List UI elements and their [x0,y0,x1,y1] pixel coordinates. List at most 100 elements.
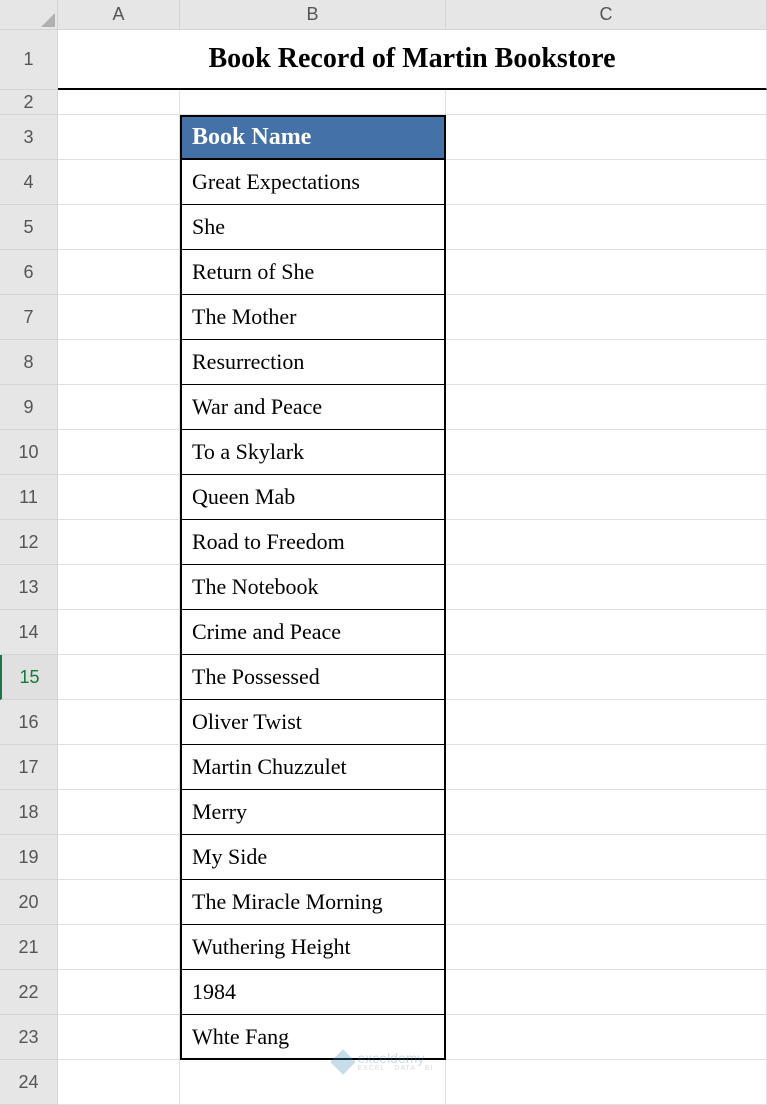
table-row[interactable]: Queen Mab [180,475,446,520]
row-header-19[interactable]: 19 [0,835,58,880]
row-header-12[interactable]: 12 [0,520,58,565]
cell-c16[interactable] [446,700,767,745]
table-row[interactable]: Wuthering Height [180,925,446,970]
cell-a21[interactable] [58,925,180,970]
cell-a15[interactable] [58,655,180,700]
row-header-8[interactable]: 8 [0,340,58,385]
cell-c6[interactable] [446,250,767,295]
row-header-2[interactable]: 2 [0,90,58,115]
cell-c12[interactable] [446,520,767,565]
table-row[interactable]: The Mother [180,295,446,340]
cell-a10[interactable] [58,430,180,475]
cell-a3[interactable] [58,115,180,160]
cell-c7[interactable] [446,295,767,340]
table-row[interactable]: Martin Chuzzulet [180,745,446,790]
column-header-a[interactable]: A [58,0,180,30]
cell-c23[interactable] [446,1015,767,1060]
cell-c2[interactable] [446,90,767,115]
table-row[interactable]: Crime and Peace [180,610,446,655]
row-header-11[interactable]: 11 [0,475,58,520]
table-row[interactable]: Oliver Twist [180,700,446,745]
cell-c22[interactable] [446,970,767,1015]
watermark-icon [330,1049,355,1074]
cell-c11[interactable] [446,475,767,520]
row-header-17[interactable]: 17 [0,745,58,790]
cell-a6[interactable] [58,250,180,295]
page-title[interactable]: Book Record of Martin Bookstore [58,30,767,90]
cell-a4[interactable] [58,160,180,205]
table-row[interactable]: Return of She [180,250,446,295]
row-header-3[interactable]: 3 [0,115,58,160]
watermark: exceldemy EXCEL · DATA · BI [334,1051,434,1072]
row-header-10[interactable]: 10 [0,430,58,475]
table-row[interactable]: To a Skylark [180,430,446,475]
select-all-corner[interactable] [0,0,58,30]
cell-a7[interactable] [58,295,180,340]
row-header-9[interactable]: 9 [0,385,58,430]
cell-c18[interactable] [446,790,767,835]
table-header[interactable]: Book Name [180,115,446,160]
cell-c21[interactable] [446,925,767,970]
cell-a9[interactable] [58,385,180,430]
cell-c14[interactable] [446,610,767,655]
row-header-5[interactable]: 5 [0,205,58,250]
select-all-icon [41,13,55,27]
cell-a17[interactable] [58,745,180,790]
cell-c4[interactable] [446,160,767,205]
cell-a8[interactable] [58,340,180,385]
watermark-tagline: EXCEL · DATA · BI [358,1065,434,1072]
row-header-1[interactable]: 1 [0,30,58,90]
cell-a19[interactable] [58,835,180,880]
row-header-6[interactable]: 6 [0,250,58,295]
table-row[interactable]: 1984 [180,970,446,1015]
table-row[interactable]: The Miracle Morning [180,880,446,925]
cell-a20[interactable] [58,880,180,925]
table-row[interactable]: Resurrection [180,340,446,385]
cell-a14[interactable] [58,610,180,655]
cell-c20[interactable] [446,880,767,925]
table-row[interactable]: War and Peace [180,385,446,430]
cell-a5[interactable] [58,205,180,250]
cell-a2[interactable] [58,90,180,115]
cell-c5[interactable] [446,205,767,250]
cell-c8[interactable] [446,340,767,385]
row-header-18[interactable]: 18 [0,790,58,835]
table-row[interactable]: The Possessed [180,655,446,700]
row-header-16[interactable]: 16 [0,700,58,745]
row-header-21[interactable]: 21 [0,925,58,970]
row-header-24[interactable]: 24 [0,1060,58,1105]
table-row[interactable]: My Side [180,835,446,880]
table-row[interactable]: The Notebook [180,565,446,610]
row-header-4[interactable]: 4 [0,160,58,205]
cell-c9[interactable] [446,385,767,430]
cell-b2[interactable] [180,90,446,115]
row-header-13[interactable]: 13 [0,565,58,610]
row-header-7[interactable]: 7 [0,295,58,340]
table-row[interactable]: She [180,205,446,250]
cell-a23[interactable] [58,1015,180,1060]
row-header-20[interactable]: 20 [0,880,58,925]
table-row[interactable]: Road to Freedom [180,520,446,565]
cell-a16[interactable] [58,700,180,745]
cell-c24[interactable] [446,1060,767,1105]
cell-c10[interactable] [446,430,767,475]
cell-c17[interactable] [446,745,767,790]
cell-c15[interactable] [446,655,767,700]
row-header-22[interactable]: 22 [0,970,58,1015]
row-header-15[interactable]: 15 [0,655,58,700]
cell-a24[interactable] [58,1060,180,1105]
cell-a11[interactable] [58,475,180,520]
cell-c13[interactable] [446,565,767,610]
table-row[interactable]: Merry [180,790,446,835]
cell-c3[interactable] [446,115,767,160]
row-header-14[interactable]: 14 [0,610,58,655]
cell-a22[interactable] [58,970,180,1015]
cell-a18[interactable] [58,790,180,835]
cell-a13[interactable] [58,565,180,610]
table-row[interactable]: Great Expectations [180,160,446,205]
cell-a12[interactable] [58,520,180,565]
row-header-23[interactable]: 23 [0,1015,58,1060]
cell-c19[interactable] [446,835,767,880]
column-header-c[interactable]: C [446,0,767,30]
column-header-b[interactable]: B [180,0,446,30]
